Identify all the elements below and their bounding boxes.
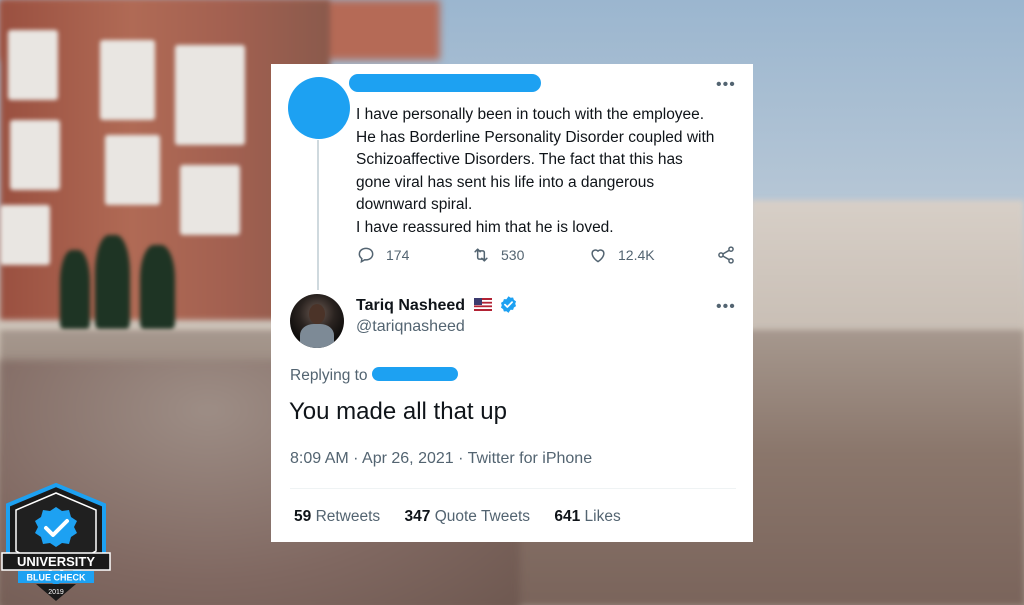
retweets-stat[interactable]: 59 Retweets — [294, 508, 380, 525]
parent-action-bar: 174 530 12.4K — [356, 245, 746, 269]
building-window — [8, 30, 58, 100]
divider — [290, 488, 736, 489]
share-button[interactable] — [716, 245, 736, 265]
reply-icon — [358, 247, 374, 264]
tweet-timestamp[interactable]: 8:09 AM · Apr 26, 2021 · Twitter for iPh… — [290, 450, 592, 468]
parent-tweet-line: I have personally been in touch with the… — [356, 106, 705, 123]
building-window — [105, 135, 160, 205]
badge-line2: BLUE CHECK — [26, 573, 86, 583]
building-window — [10, 120, 60, 190]
display-name: Tariq Nasheed — [356, 297, 466, 314]
parent-more-button[interactable]: ••• — [716, 77, 736, 93]
quote-label: Quote Tweets — [434, 508, 531, 525]
user-avatar[interactable] — [290, 294, 344, 348]
reply-button[interactable]: 174 — [356, 245, 409, 265]
building-window — [180, 165, 240, 235]
retweet-count: 530 — [501, 247, 525, 263]
user-handle[interactable]: @tariqnasheed — [356, 318, 465, 336]
like-count: 12.4K — [618, 247, 655, 263]
heart-icon — [591, 249, 605, 263]
likes-stat[interactable]: 641 Likes — [554, 508, 620, 525]
display-name-row[interactable]: Tariq Nasheed — [356, 295, 518, 315]
likes-label: Likes — [584, 508, 621, 525]
shrub — [60, 250, 90, 330]
parent-tweet-line: I have reassured him that he is loved. — [356, 218, 614, 236]
building-window — [0, 205, 50, 265]
retweet-icon — [474, 248, 488, 262]
badge-line1: UNIVERSITY — [17, 554, 95, 569]
building-window — [175, 45, 245, 145]
reply-more-button[interactable]: ••• — [716, 299, 736, 315]
retweets-count: 59 — [294, 508, 312, 525]
tweet-stats: 59 Retweets 347 Quote Tweets 641 Likes — [294, 508, 641, 526]
replying-to-handle-redacted[interactable] — [371, 367, 458, 381]
parent-tweet-line: Schizoaffective Disorders. The fact that… — [356, 151, 683, 168]
parent-avatar-redacted[interactable] — [288, 77, 350, 139]
parent-tweet-text: I have personally been in touch with the… — [356, 104, 746, 239]
parent-name-redacted[interactable] — [349, 74, 541, 92]
us-flag-icon — [473, 298, 492, 311]
tweet-text: You made all that up — [289, 398, 507, 425]
verified-badge-icon — [500, 296, 517, 313]
building-window — [100, 40, 155, 120]
likes-count: 641 — [554, 508, 581, 525]
thread-line — [317, 140, 319, 290]
university-blue-check-badge: UNIVERSITY BLUE CHECK 2019 — [1, 483, 111, 601]
avatar-head — [309, 304, 325, 324]
parent-tweet-line: He has Borderline Personality Disorder c… — [356, 128, 715, 146]
replying-to-label: Replying to — [290, 367, 368, 384]
parent-tweet-line: gone viral has sent his life into a dang… — [356, 173, 655, 191]
retweet-button[interactable]: 530 — [471, 245, 524, 265]
retweets-label: Retweets — [315, 508, 381, 525]
shrub — [140, 245, 175, 330]
parent-tweet-line: downward spiral. — [356, 196, 473, 213]
quote-tweets-stat[interactable]: 347 Quote Tweets — [405, 508, 531, 525]
avatar-figure — [300, 324, 334, 348]
shrub — [95, 235, 130, 330]
replying-to: Replying to — [290, 367, 458, 385]
badge-year: 2019 — [48, 589, 64, 596]
reply-count: 174 — [386, 247, 410, 263]
quote-count: 347 — [404, 508, 431, 525]
like-button[interactable]: 12.4K — [588, 245, 655, 265]
share-icon — [718, 246, 734, 264]
